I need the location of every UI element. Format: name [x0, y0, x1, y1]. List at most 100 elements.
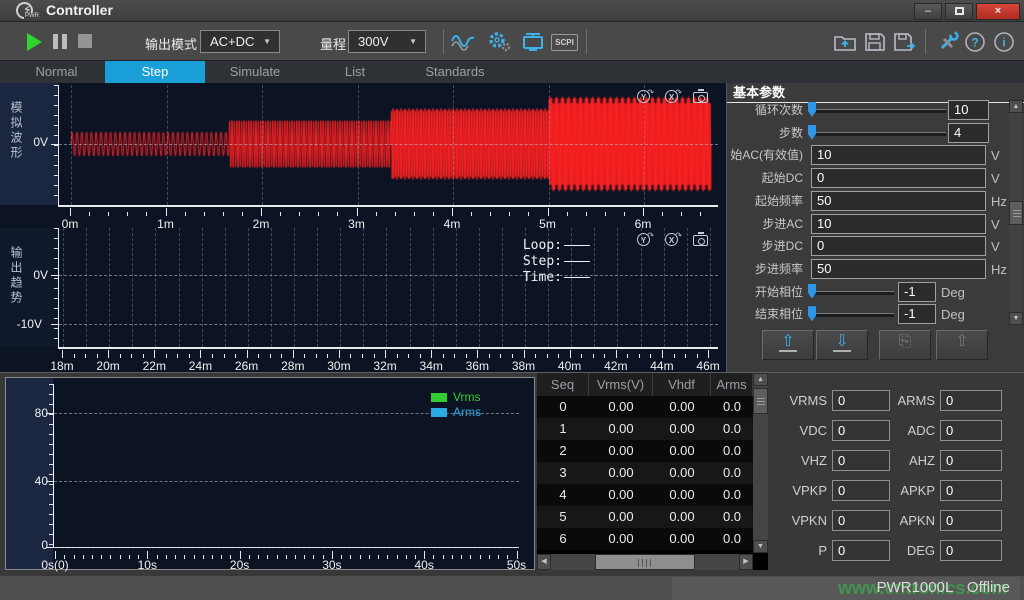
- vrms-value: 0: [832, 390, 890, 411]
- save-as-icon[interactable]: [892, 31, 918, 53]
- copy-to-file-button[interactable]: ⎘: [879, 330, 931, 360]
- param-row-9: 开始相位-1Deg: [727, 282, 1009, 303]
- param-value[interactable]: -1: [898, 282, 936, 302]
- table-row[interactable]: 30.000.000.0: [537, 462, 753, 484]
- ahz-label: AHZ: [890, 450, 935, 471]
- tab-normal[interactable]: Normal: [8, 61, 105, 83]
- param-slider[interactable]: [810, 313, 894, 317]
- vpkp-label: VPKP: [782, 480, 827, 501]
- table-row[interactable]: 20.000.000.0: [537, 440, 753, 462]
- chart-legend: VrmsArms: [431, 388, 481, 418]
- close-button[interactable]: ×: [976, 3, 1020, 20]
- slider-thumb[interactable]: [808, 306, 816, 321]
- param-input[interactable]: 50: [811, 191, 986, 211]
- table-row[interactable]: 50.000.000.0: [537, 506, 753, 528]
- range-select[interactable]: 300V▼: [348, 30, 426, 53]
- table-cell: 0.00: [653, 506, 711, 528]
- minimize-button[interactable]: –: [914, 3, 942, 20]
- range-label: 量程: [320, 34, 346, 53]
- table-row[interactable]: 00.000.000.0: [537, 396, 753, 418]
- measurement-row: VPKN0APKN0: [782, 510, 1024, 531]
- param-value[interactable]: -1: [898, 304, 936, 324]
- scroll-down-icon[interactable]: ▼: [753, 540, 768, 553]
- table-cell: 0.0: [711, 396, 753, 418]
- param-value[interactable]: 10: [948, 100, 989, 120]
- scpi-icon[interactable]: SCPI: [551, 34, 578, 51]
- info-icon[interactable]: i: [993, 31, 1019, 53]
- scroll-up-icon[interactable]: ▲: [1009, 100, 1023, 113]
- table-cell: 0.00: [653, 396, 711, 418]
- param-slider[interactable]: [810, 109, 946, 113]
- table-header-cell: Vrms(V): [589, 373, 653, 396]
- scrollbar-thumb[interactable]: [595, 554, 695, 570]
- param-slider[interactable]: [810, 132, 946, 136]
- table-row[interactable]: 10.000.000.0: [537, 418, 753, 440]
- slider-thumb[interactable]: [808, 125, 816, 140]
- scrollbar-thumb[interactable]: [753, 388, 768, 414]
- remote-display-icon[interactable]: [520, 31, 546, 53]
- upload-arrow-button[interactable]: ⇧: [762, 330, 814, 360]
- pause-button[interactable]: [53, 34, 67, 49]
- params-scrollbar[interactable]: ▲ ▼: [1009, 100, 1023, 325]
- table-cell: 0.00: [589, 418, 653, 440]
- open-file-icon[interactable]: [832, 31, 858, 53]
- param-row-7: 步进DC0V: [727, 236, 1009, 257]
- param-value[interactable]: 4: [948, 123, 989, 143]
- param-input[interactable]: 10: [811, 214, 986, 234]
- meas-ytick-80: 80: [14, 406, 48, 420]
- tab-standards[interactable]: Standards: [405, 61, 505, 83]
- camera-icon[interactable]: [692, 88, 710, 106]
- waveform-icon[interactable]: [450, 31, 476, 53]
- slider-thumb[interactable]: [808, 284, 816, 299]
- table-row[interactable]: 60.000.000.0: [537, 528, 753, 550]
- param-input[interactable]: 10: [811, 145, 986, 165]
- param-input[interactable]: 0: [811, 236, 986, 256]
- scroll-right-icon[interactable]: ▶: [739, 554, 753, 570]
- apkp-label: APKP: [890, 480, 935, 501]
- param-slider[interactable]: [810, 291, 894, 295]
- y-autoscale-icon[interactable]: Y↷: [636, 88, 654, 106]
- y-autoscale-icon[interactable]: Y↷: [636, 231, 654, 249]
- camera-icon[interactable]: [692, 231, 710, 249]
- play-button[interactable]: [27, 33, 42, 51]
- analog-waveform-canvas: [59, 85, 719, 205]
- analog-waveform-plot[interactable]: Y↷ X↷: [58, 85, 718, 205]
- slider-thumb[interactable]: [808, 102, 816, 117]
- trend-x-labels: 18m20m22m24m26m28m30m32m34m36m38m40m42m4…: [58, 359, 718, 373]
- scrollbar-thumb[interactable]: [1009, 201, 1023, 225]
- measurement-row: VRMS0ARMS0: [782, 390, 1024, 411]
- table-cell: 0.0: [711, 418, 753, 440]
- table-cell: 2: [537, 440, 589, 462]
- device-status: PWR1000L Offline: [877, 579, 1010, 596]
- scroll-up-icon[interactable]: ▲: [753, 373, 768, 386]
- measure-trend-plot[interactable]: VrmsArms: [53, 384, 519, 548]
- scroll-down-icon[interactable]: ▼: [1009, 312, 1023, 325]
- stop-button[interactable]: [78, 34, 92, 48]
- table-vscrollbar[interactable]: ▲ ▼: [753, 373, 768, 553]
- download-arrow-button[interactable]: ⇩: [816, 330, 868, 360]
- output-trend-plot[interactable]: Loop:Step:Time: Y↷ X↷: [58, 228, 718, 347]
- settings-gear-icon[interactable]: [486, 31, 512, 53]
- maximize-button[interactable]: [945, 3, 973, 20]
- param-input[interactable]: 0: [811, 168, 986, 188]
- svg-text:?: ?: [971, 36, 978, 50]
- tools-wrench-icon[interactable]: [936, 31, 962, 53]
- scroll-left-icon[interactable]: ◀: [537, 554, 551, 570]
- table-cell: 0.00: [589, 506, 653, 528]
- table-row[interactable]: 40.000.000.0: [537, 484, 753, 506]
- table-cell: 0.0: [711, 506, 753, 528]
- param-label: 起始DC: [727, 168, 803, 189]
- save-icon[interactable]: [862, 31, 888, 53]
- help-icon[interactable]: ?: [964, 31, 990, 53]
- param-input[interactable]: 50: [811, 259, 986, 279]
- x-autoscale-icon[interactable]: X↷: [664, 88, 682, 106]
- export-file-button[interactable]: ⇧: [936, 330, 988, 360]
- param-unit: V: [991, 168, 1000, 189]
- tab-list[interactable]: List: [305, 61, 405, 83]
- table-hscrollbar[interactable]: ◀ ▶: [537, 554, 753, 570]
- output-mode-select[interactable]: AC+DC▼: [200, 30, 280, 53]
- tab-simulate[interactable]: Simulate: [205, 61, 305, 83]
- ahz-value: 0: [940, 450, 1002, 471]
- tab-step[interactable]: Step: [105, 61, 205, 83]
- x-autoscale-icon[interactable]: X↷: [664, 231, 682, 249]
